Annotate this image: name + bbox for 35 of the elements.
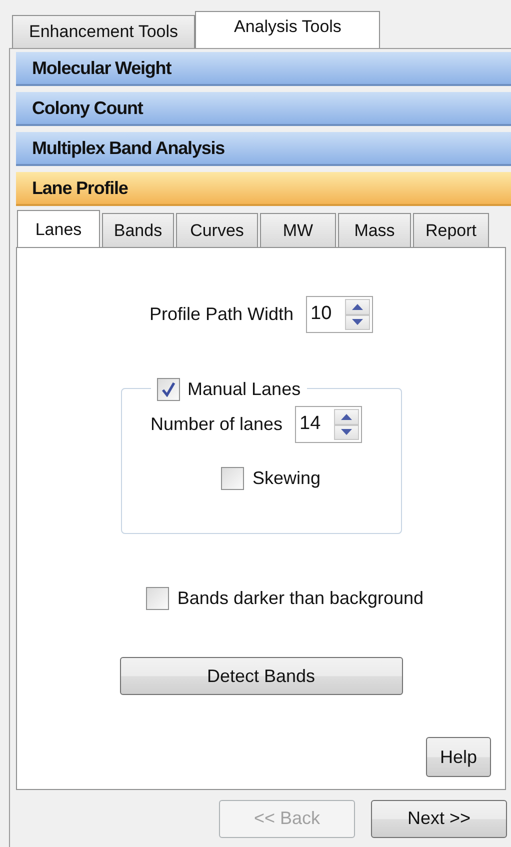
spin-down-button[interactable] xyxy=(344,314,370,330)
up-arrow-icon xyxy=(340,414,352,420)
checkbox-label: Skewing xyxy=(252,467,321,490)
detect-button[interactable]: Detect Bands xyxy=(120,657,402,695)
number-spinner[interactable]: 10 xyxy=(306,296,373,333)
tab[interactable]: Enhancement Tools xyxy=(12,15,196,48)
checkbox[interactable] xyxy=(156,378,180,401)
next-button[interactable]: Next >> xyxy=(371,800,507,838)
checkbox-label: Manual Lanes xyxy=(188,378,301,401)
checkbox[interactable] xyxy=(221,467,244,490)
tab[interactable]: Lanes xyxy=(17,210,100,248)
tab[interactable]: Curves xyxy=(176,213,258,247)
help-button[interactable]: Help xyxy=(426,737,491,777)
up-arrow-icon xyxy=(352,304,363,310)
field-label: Number of lanes xyxy=(150,413,283,436)
tab[interactable]: MW xyxy=(260,213,336,247)
section-header[interactable]: Molecular Weight xyxy=(16,52,511,86)
spin-up-button[interactable] xyxy=(344,299,370,314)
down-arrow-icon xyxy=(340,429,352,436)
tab[interactable]: Bands xyxy=(102,213,174,247)
down-arrow-icon xyxy=(352,319,363,326)
checkbox[interactable] xyxy=(146,587,170,610)
number-spinner[interactable]: 14 xyxy=(294,406,362,443)
tab[interactable]: Analysis Tools xyxy=(195,11,380,48)
tab[interactable]: Report xyxy=(413,213,489,247)
checkbox-label: Bands darker than background xyxy=(177,587,424,610)
spin-down-button[interactable] xyxy=(334,424,359,440)
section-header[interactable]: Colony Count xyxy=(16,92,511,126)
spin-up-button[interactable] xyxy=(334,409,359,424)
field-label: Profile Path Width xyxy=(149,303,294,326)
section-header[interactable]: Multiplex Band Analysis xyxy=(16,132,511,166)
number-input[interactable]: 10 xyxy=(308,299,345,330)
section-header[interactable]: Lane Profile xyxy=(16,172,511,206)
number-input[interactable]: 14 xyxy=(298,409,334,440)
tab[interactable]: Mass xyxy=(338,213,411,247)
